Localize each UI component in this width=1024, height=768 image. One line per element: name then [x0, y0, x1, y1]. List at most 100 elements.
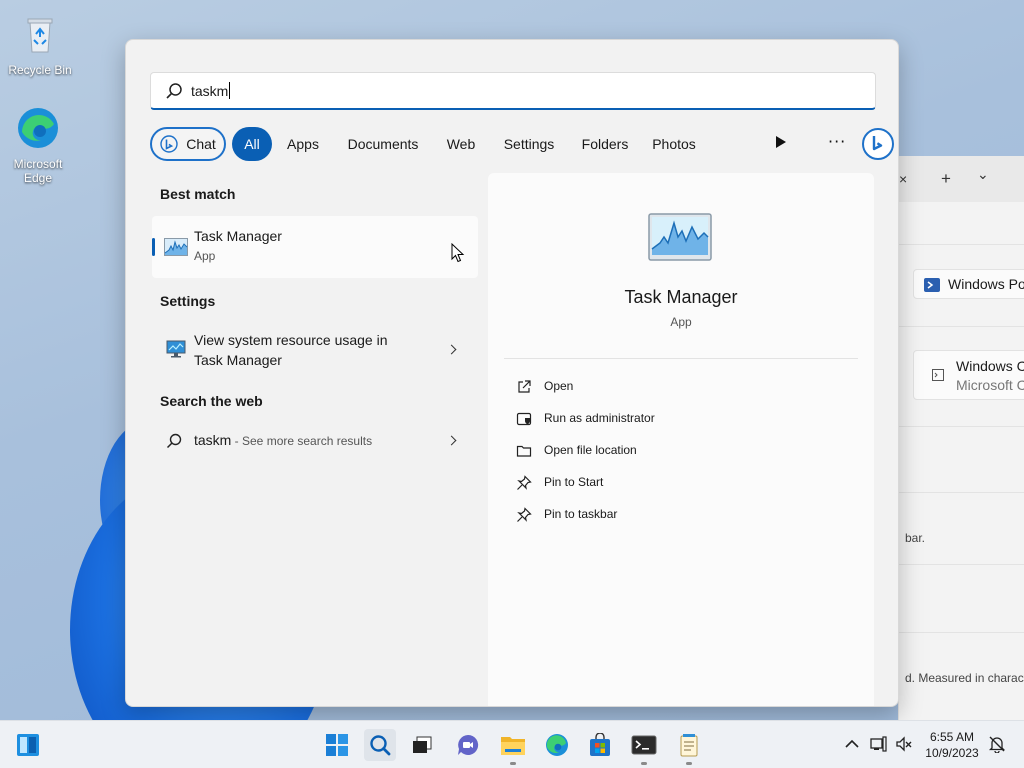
tab-close-button[interactable]: × [899, 171, 907, 187]
divider [899, 564, 1024, 565]
search-filter-bar: Chat All Apps Documents Web Settings Fol… [150, 127, 894, 161]
action-pin-to-taskbar[interactable]: Pin to taskbar [512, 503, 852, 527]
bing-chat-icon [160, 135, 178, 153]
taskbar-widgets[interactable] [12, 729, 44, 761]
shield-icon [516, 412, 532, 426]
result-type: App [194, 249, 216, 263]
pin-icon [517, 475, 532, 490]
teams-chat-icon [458, 734, 479, 755]
windows-start-icon [326, 734, 348, 756]
file-explorer-icon [501, 737, 525, 755]
action-label: Pin to Start [544, 475, 604, 489]
chevron-right-icon [446, 344, 457, 355]
tab-dropdown-button[interactable]: ⌄ [977, 166, 989, 183]
monitor-settings-icon [166, 340, 186, 358]
widgets-icon [17, 734, 39, 756]
filter-folders[interactable]: Folders [574, 127, 636, 161]
speaker-muted-icon[interactable] [895, 735, 913, 753]
scroll-filters-play-icon[interactable] [776, 136, 786, 148]
filter-web[interactable]: Web [438, 127, 484, 161]
taskbar-edge[interactable] [541, 729, 573, 761]
notification-bell-icon[interactable] [988, 735, 1006, 753]
action-label: Run as administrator [544, 411, 655, 425]
taskbar-store[interactable] [584, 729, 616, 761]
terminal-icon [631, 735, 657, 755]
web-query-suffix: - See more search results [231, 434, 373, 448]
web-query: taskm [194, 432, 232, 448]
search-query-text: taskm [191, 83, 229, 99]
task-view-icon [413, 736, 432, 753]
more-options-button[interactable]: ··· [828, 127, 846, 161]
taskbar-notepad[interactable] [673, 729, 705, 765]
background-terminal-window: × + ⌄ Windows Po Windows C Microsoft C b… [898, 156, 1024, 720]
action-open-file-location[interactable]: Open file location [512, 439, 852, 463]
edge-icon [546, 734, 568, 756]
selection-indicator [152, 238, 155, 256]
bing-icon [872, 136, 883, 151]
settings-result-line1: View system resource usage in [194, 332, 388, 348]
taskbar-start[interactable] [321, 729, 353, 761]
cmd-icon [932, 369, 944, 381]
settings-result-line2: Task Manager [194, 352, 282, 368]
desktop-icon-label: Recycle Bin [8, 63, 72, 77]
settings-result[interactable]: View system resource usage in Task Manag… [152, 328, 478, 378]
taskbar-chat[interactable] [452, 729, 484, 761]
action-label: Pin to taskbar [544, 507, 618, 521]
detail-kind: App [670, 315, 692, 329]
start-search-panel: taskm Chat All Apps Documents Web Settin… [125, 39, 899, 707]
new-tab-button[interactable]: + [941, 169, 951, 189]
profile-card-cmd[interactable]: Windows C Microsoft C [913, 350, 1024, 400]
profile-source: Microsoft C [956, 377, 1024, 393]
desktop-icon-label: Microsoft Edge [13, 157, 63, 185]
running-indicator [510, 762, 516, 765]
taskbar-terminal[interactable] [628, 729, 660, 765]
desktop-icon-recycle-bin[interactable]: Recycle Bin [2, 10, 78, 77]
web-search-result[interactable]: taskm - See more search results [152, 428, 478, 458]
filter-label: Chat [186, 136, 216, 152]
desktop-icon-edge[interactable]: Microsoft Edge [0, 104, 76, 185]
taskbar-search[interactable] [364, 729, 396, 761]
divider [504, 358, 858, 359]
settings-result-text: View system resource usage in Task Manag… [194, 330, 388, 370]
filter-settings[interactable]: Settings [492, 127, 566, 161]
chevron-right-icon [446, 435, 457, 446]
running-indicator [641, 762, 647, 765]
running-indicator [686, 762, 692, 765]
store-icon [590, 733, 610, 756]
system-clock[interactable]: 6:55 AM 10/9/2023 [920, 729, 984, 761]
result-name: Task Manager [194, 228, 282, 244]
web-search-text: taskm - See more search results [194, 430, 372, 451]
bing-button[interactable] [862, 128, 894, 160]
pin-icon [517, 507, 532, 522]
task-manager-icon [164, 238, 188, 256]
search-input[interactable]: taskm [191, 82, 231, 99]
clock-time: 6:55 AM [929, 730, 975, 744]
action-run-as-admin[interactable]: Run as administrator [512, 407, 852, 431]
chevron-up-icon[interactable] [843, 735, 861, 753]
best-match-result[interactable]: Task Manager App [152, 216, 478, 278]
setting-description: d. Measured in characte [905, 671, 1024, 685]
taskbar-task-view[interactable] [406, 729, 438, 761]
open-external-icon [518, 380, 531, 393]
action-open[interactable]: Open [512, 375, 852, 399]
search-web-heading: Search the web [160, 393, 263, 409]
action-pin-to-start[interactable]: Pin to Start [512, 471, 852, 495]
folder-icon [516, 445, 532, 457]
filter-documents[interactable]: Documents [336, 127, 430, 161]
divider [899, 632, 1024, 633]
terminal-tab-bar: × + ⌄ [899, 156, 1024, 202]
divider [899, 426, 1024, 427]
recycle-bin-icon [27, 18, 53, 53]
search-box[interactable]: taskm [150, 72, 876, 110]
taskbar-file-explorer[interactable] [497, 729, 529, 765]
settings-heading: Settings [160, 293, 216, 309]
network-icon[interactable] [869, 735, 887, 753]
filter-photos[interactable]: Photos [644, 127, 704, 161]
divider [899, 326, 1024, 327]
filter-all[interactable]: All [232, 127, 272, 161]
profile-card-powershell[interactable]: Windows Po [913, 269, 1024, 299]
taskbar: 6:55 AM 10/9/2023 [0, 720, 1024, 768]
notepad-icon [680, 734, 698, 757]
filter-apps[interactable]: Apps [278, 127, 328, 161]
filter-chat[interactable]: Chat [150, 127, 226, 161]
